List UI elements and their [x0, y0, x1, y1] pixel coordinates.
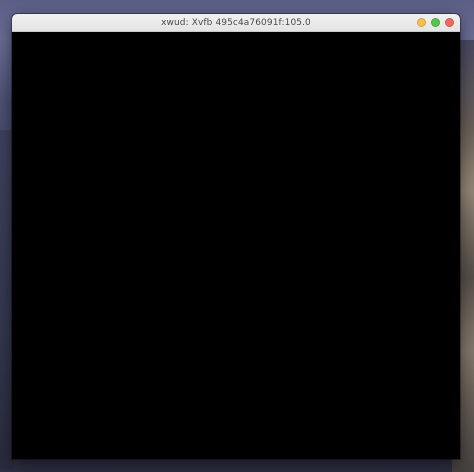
window-content-area[interactable] [12, 32, 460, 459]
close-button[interactable] [445, 18, 454, 27]
minimize-button[interactable] [417, 18, 426, 27]
window-controls [417, 18, 454, 27]
window-title: xwud: Xvfb 495c4a76091f:105.0 [161, 17, 311, 28]
xwud-window: xwud: Xvfb 495c4a76091f:105.0 [12, 14, 460, 459]
maximize-button[interactable] [431, 18, 440, 27]
window-titlebar[interactable]: xwud: Xvfb 495c4a76091f:105.0 [12, 14, 460, 32]
